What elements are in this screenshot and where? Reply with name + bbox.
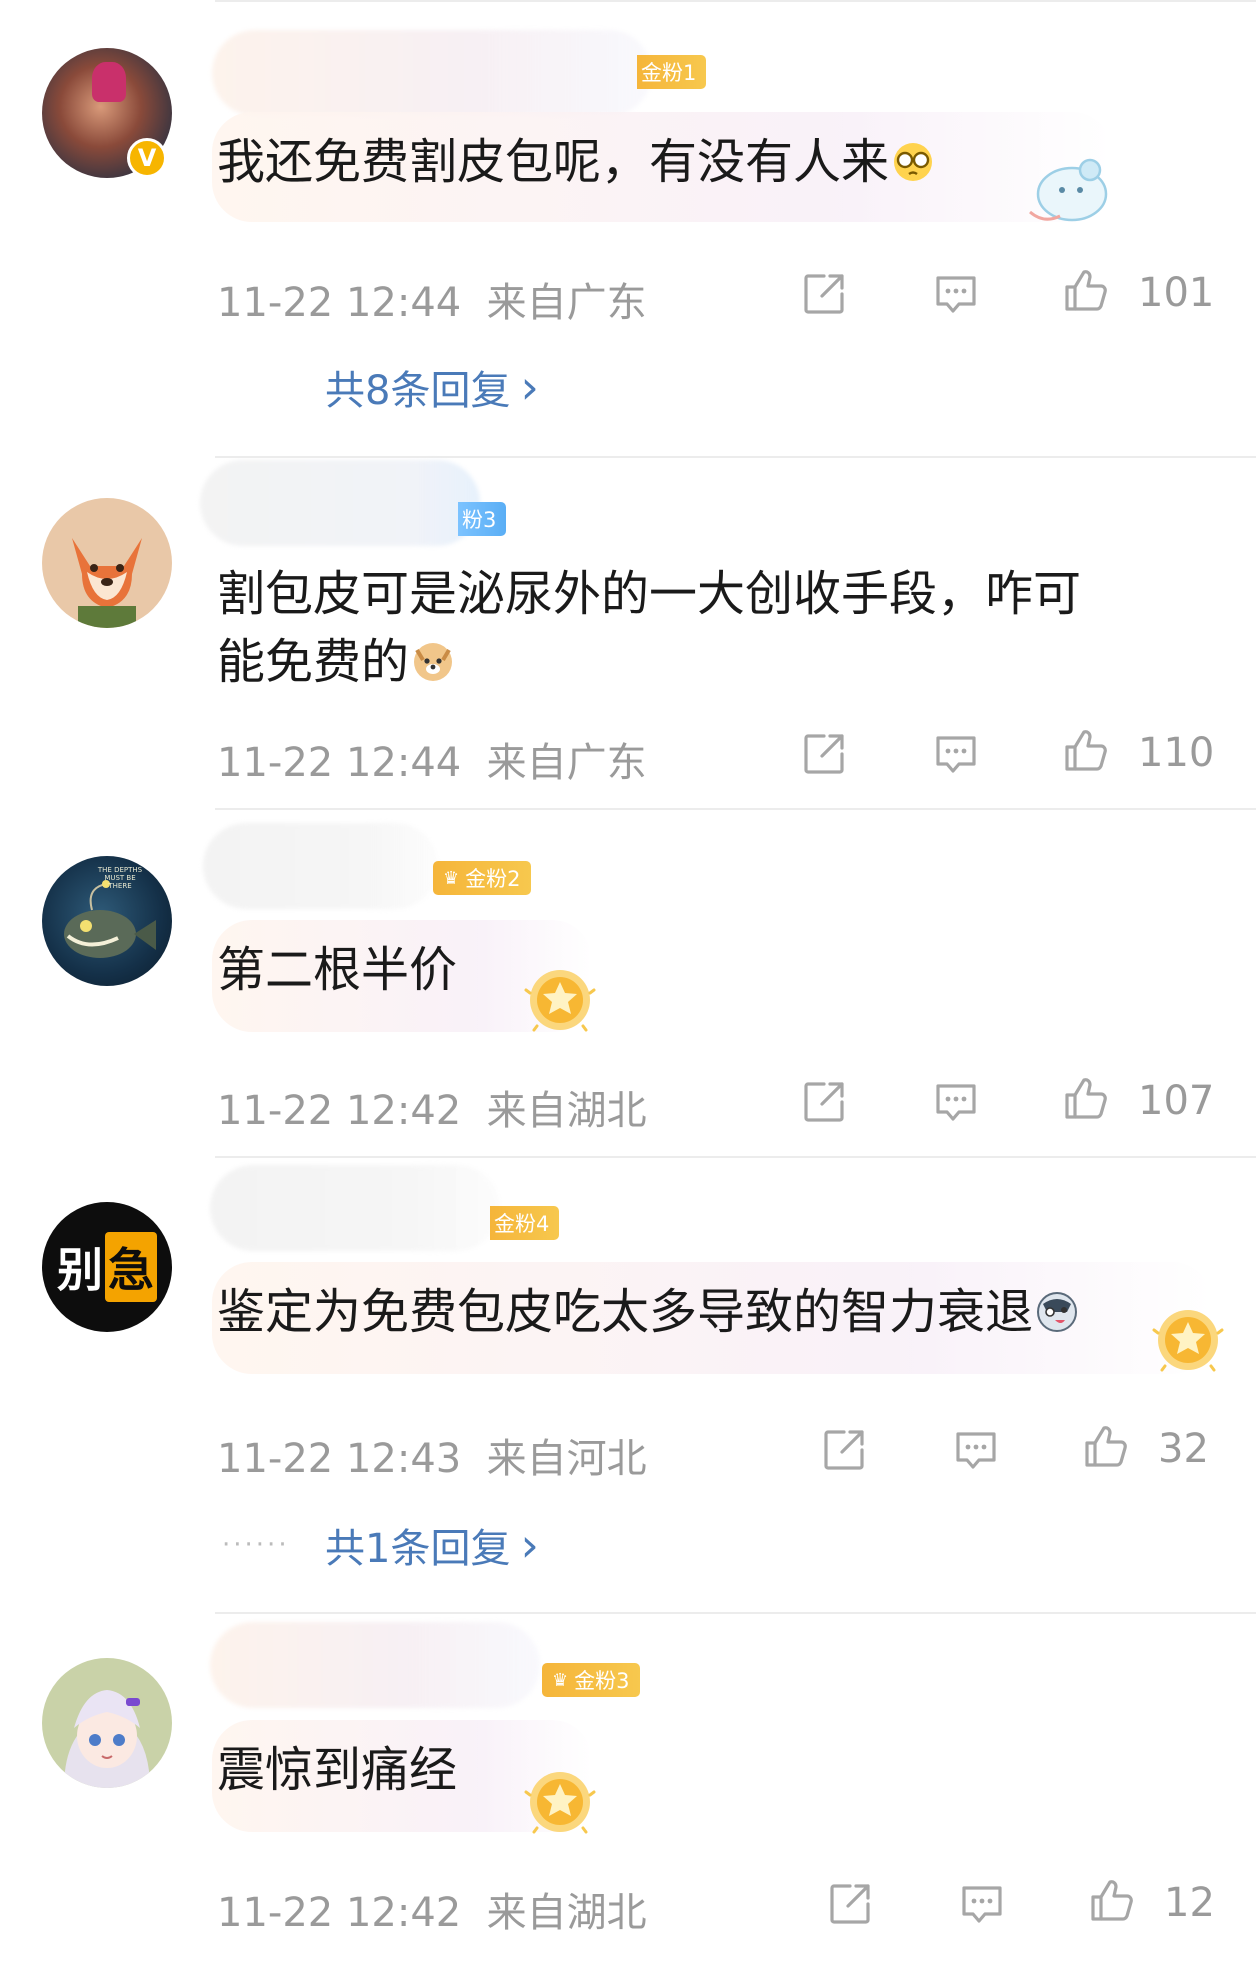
comment-meta: 11-22 12:42 来自湖北 bbox=[217, 1078, 647, 1136]
thumbs-up-icon[interactable] bbox=[1062, 266, 1110, 314]
username[interactable] bbox=[212, 30, 652, 116]
comment-location: 来自广东 bbox=[486, 740, 647, 786]
avatar-caption: THE DEPTHS MUST BE THERE bbox=[97, 866, 143, 890]
divider bbox=[215, 1156, 1256, 1158]
divider bbox=[215, 0, 1256, 2]
husky-emoji-icon bbox=[1037, 1292, 1078, 1332]
view-replies-link[interactable]: 共8条回复 › bbox=[325, 358, 539, 416]
chevron-right-icon: › bbox=[520, 360, 539, 414]
comment-text: 震惊到痛经 bbox=[217, 1742, 458, 1798]
medal-icon bbox=[520, 960, 600, 1040]
comment-icon[interactable] bbox=[952, 1426, 1000, 1474]
avatar[interactable] bbox=[42, 1658, 172, 1788]
thumbs-up-icon[interactable] bbox=[1062, 726, 1110, 774]
medal-icon bbox=[520, 1762, 600, 1842]
username[interactable] bbox=[203, 823, 438, 909]
medal-icon bbox=[1148, 1300, 1228, 1380]
comment-text: 第二根半价 bbox=[217, 942, 458, 998]
fan-badge[interactable]: 金粉4 bbox=[490, 1206, 560, 1240]
comment-text: 割包皮可是泌尿外的一大创收手段，咋可 能免费的 bbox=[217, 566, 1082, 690]
comment-text: 鉴定为免费包皮吃太多导致的智力衰退 bbox=[217, 1278, 1081, 1346]
thumbs-up-icon[interactable] bbox=[1082, 1422, 1130, 1470]
crown-icon: ♛ bbox=[443, 867, 460, 889]
comment-icon[interactable] bbox=[932, 730, 980, 778]
fan-badge[interactable]: ♛ 金粉2 bbox=[433, 861, 531, 895]
comment-time: 11-22 12:44 bbox=[217, 740, 462, 786]
comment-location: 来自广东 bbox=[486, 280, 647, 326]
sticker-deco bbox=[1029, 158, 1108, 222]
fox-icon bbox=[72, 538, 142, 628]
comment-meta: 11-22 12:44 来自广东 bbox=[217, 270, 647, 328]
username[interactable] bbox=[200, 460, 480, 546]
comment-meta: 11-22 12:43 来自河北 bbox=[217, 1426, 647, 1484]
view-replies-link[interactable]: 共1条回复 › bbox=[325, 1516, 539, 1574]
share-icon[interactable] bbox=[826, 1880, 874, 1928]
comment-meta: 11-22 12:42 来自湖北 bbox=[217, 1880, 647, 1938]
comment-time: 11-22 12:42 bbox=[217, 1088, 462, 1134]
comment-location: 来自湖北 bbox=[486, 1088, 647, 1134]
share-icon[interactable] bbox=[800, 1078, 848, 1126]
share-icon[interactable] bbox=[820, 1426, 868, 1474]
fan-badge[interactable]: 粉3 bbox=[458, 502, 507, 536]
thumbs-up-icon[interactable] bbox=[1088, 1876, 1136, 1924]
verified-badge: V bbox=[127, 138, 167, 178]
divider bbox=[215, 456, 1256, 458]
comment-time: 11-22 12:43 bbox=[217, 1436, 462, 1482]
reply-thread-dots: ······ bbox=[222, 1530, 290, 1560]
fan-badge[interactable]: ♛ 金粉3 bbox=[542, 1663, 640, 1697]
divider bbox=[215, 808, 1256, 810]
like-count: 110 bbox=[1138, 730, 1215, 776]
avatar[interactable] bbox=[42, 498, 172, 628]
comment-time: 11-22 12:42 bbox=[217, 1890, 462, 1936]
chevron-right-icon: › bbox=[520, 1518, 539, 1572]
comment-icon[interactable] bbox=[932, 1078, 980, 1126]
like-count: 32 bbox=[1158, 1426, 1209, 1472]
avatar[interactable]: THE DEPTHS MUST BE THERE bbox=[42, 856, 172, 986]
share-icon[interactable] bbox=[800, 730, 848, 778]
emoji-icon bbox=[894, 143, 933, 181]
username[interactable] bbox=[210, 1165, 500, 1251]
comment-location: 来自湖北 bbox=[486, 1890, 647, 1936]
like-count: 12 bbox=[1164, 1880, 1215, 1926]
comment-time: 11-22 12:44 bbox=[217, 280, 462, 326]
comment-text: 我还免费割皮包呢，有没有人来 bbox=[217, 128, 937, 196]
username[interactable] bbox=[210, 1622, 540, 1708]
anime-girl-icon bbox=[64, 1690, 150, 1788]
like-count: 101 bbox=[1138, 270, 1215, 316]
like-count: 107 bbox=[1138, 1078, 1215, 1124]
comment-meta: 11-22 12:44 来自广东 bbox=[217, 730, 647, 788]
crown-icon: ♛ bbox=[552, 1669, 569, 1691]
fan-badge[interactable]: 金粉1 bbox=[637, 55, 707, 89]
comment-icon[interactable] bbox=[932, 270, 980, 318]
thumbs-up-icon[interactable] bbox=[1062, 1074, 1110, 1122]
divider bbox=[215, 1612, 1256, 1614]
doge-emoji-icon bbox=[414, 643, 453, 681]
comment-icon[interactable] bbox=[958, 1880, 1006, 1928]
avatar[interactable]: 别 急 bbox=[42, 1202, 172, 1332]
share-icon[interactable] bbox=[800, 270, 848, 318]
comment-location: 来自河北 bbox=[486, 1436, 647, 1482]
